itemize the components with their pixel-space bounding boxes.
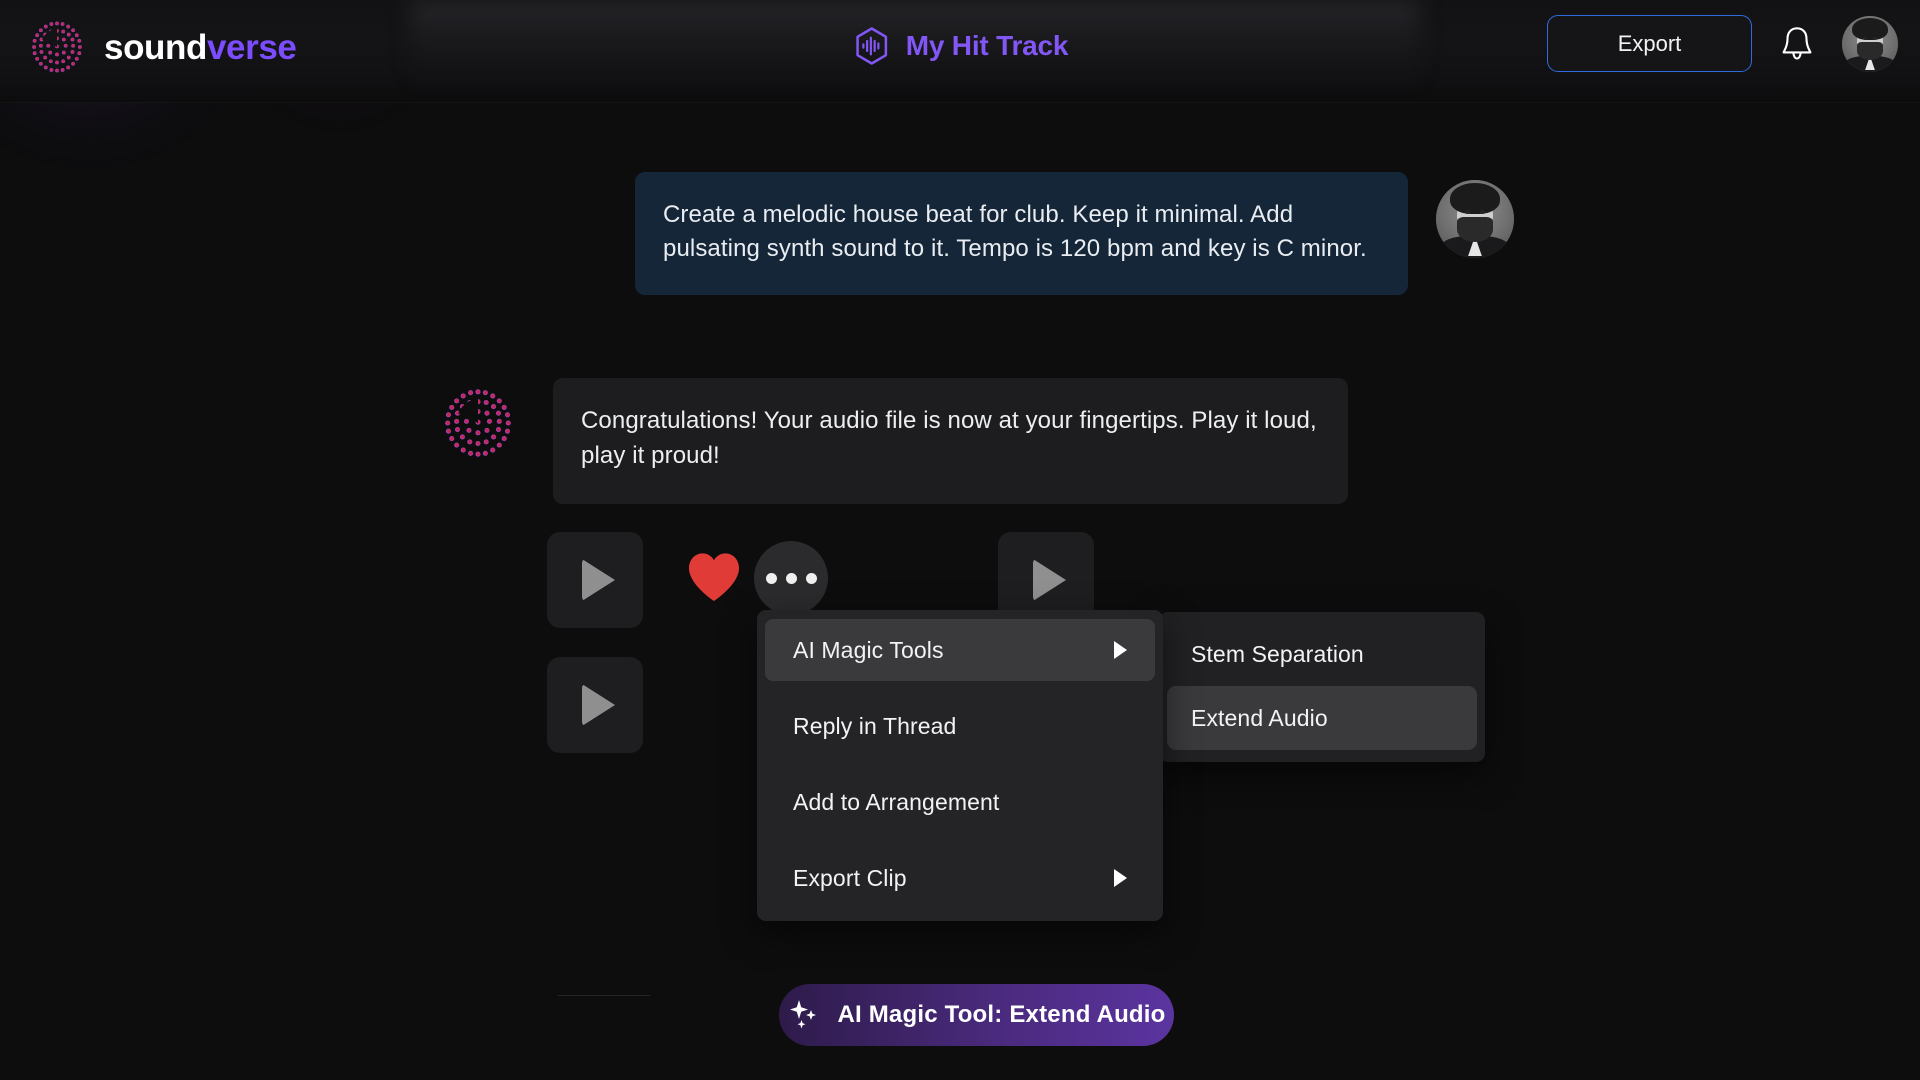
submenu-item-label: Extend Audio <box>1191 704 1328 731</box>
soundverse-dot-logo-icon <box>32 21 82 73</box>
submenu-item-stem-separation[interactable]: Stem Separation <box>1167 622 1477 686</box>
waveform-hexagon-icon <box>856 27 888 65</box>
menu-spacer <box>757 833 1163 847</box>
menu-item-label: Export Clip <box>793 864 907 891</box>
user-message-bubble: Create a melodic house beat for club. Ke… <box>635 172 1408 295</box>
play-button[interactable] <box>547 657 643 753</box>
more-options-button[interactable] <box>754 541 828 615</box>
brand-wordmark: soundverse <box>104 27 297 67</box>
more-horizontal-icon <box>765 572 777 584</box>
chevron-right-icon <box>1114 641 1127 659</box>
submenu-item-label: Stem Separation <box>1191 640 1364 667</box>
export-button[interactable]: Export <box>1547 15 1752 72</box>
submenu-item-extend-audio[interactable]: Extend Audio <box>1167 686 1477 750</box>
play-button[interactable] <box>547 532 643 628</box>
heart-filled-icon[interactable] <box>686 551 742 603</box>
menu-item-label: AI Magic Tools <box>793 636 944 663</box>
faint-divider <box>558 995 650 996</box>
ai-magic-tool-button[interactable]: AI Magic Tool: Extend Audio <box>779 984 1174 1046</box>
brand-logo[interactable]: soundverse <box>26 16 297 78</box>
sparkles-icon <box>790 1000 817 1029</box>
header-bottom-border <box>0 102 1920 103</box>
avatar-image <box>1842 15 1898 72</box>
context-menu: AI Magic Tools Reply in Thread Add to Ar… <box>757 610 1163 921</box>
brand-text-sound: sound <box>104 27 207 67</box>
play-icon <box>582 559 615 601</box>
ai-magic-tool-label: AI Magic Tool: Extend Audio <box>837 1001 1166 1028</box>
more-horizontal-icon <box>805 572 817 584</box>
assistant-avatar-icon <box>445 389 511 457</box>
chevron-right-icon <box>1114 869 1127 887</box>
menu-item-label: Reply in Thread <box>793 712 957 739</box>
menu-item-ai-magic-tools[interactable]: AI Magic Tools <box>765 619 1155 681</box>
menu-item-add-to-arrangement[interactable]: Add to Arrangement <box>765 771 1155 833</box>
menu-spacer <box>757 681 1163 695</box>
app-root: soundverse My Hit Track Export Create a … <box>0 0 1920 1080</box>
brand-text-verse: verse <box>206 27 297 67</box>
play-icon <box>1033 559 1066 601</box>
submenu-ai-magic-tools: Stem Separation Extend Audio <box>1159 612 1485 762</box>
menu-spacer <box>757 757 1163 771</box>
menu-item-export-clip[interactable]: Export Clip <box>765 847 1155 909</box>
track-title-group[interactable]: My Hit Track <box>852 26 1069 66</box>
more-horizontal-icon <box>785 572 797 584</box>
avatar-image <box>1436 180 1514 258</box>
menu-item-label: Add to Arrangement <box>793 788 1000 815</box>
app-header: soundverse My Hit Track Export <box>0 0 1920 103</box>
assistant-message-bubble: Congratulations! Your audio file is now … <box>553 378 1348 504</box>
header-actions: Export <box>1547 15 1898 72</box>
avatar[interactable] <box>1842 15 1898 72</box>
play-icon <box>582 684 615 726</box>
menu-item-reply-in-thread[interactable]: Reply in Thread <box>765 695 1155 757</box>
page-title: My Hit Track <box>905 30 1069 61</box>
notification-bell-icon[interactable] <box>1780 25 1814 63</box>
user-message-avatar <box>1436 180 1514 258</box>
